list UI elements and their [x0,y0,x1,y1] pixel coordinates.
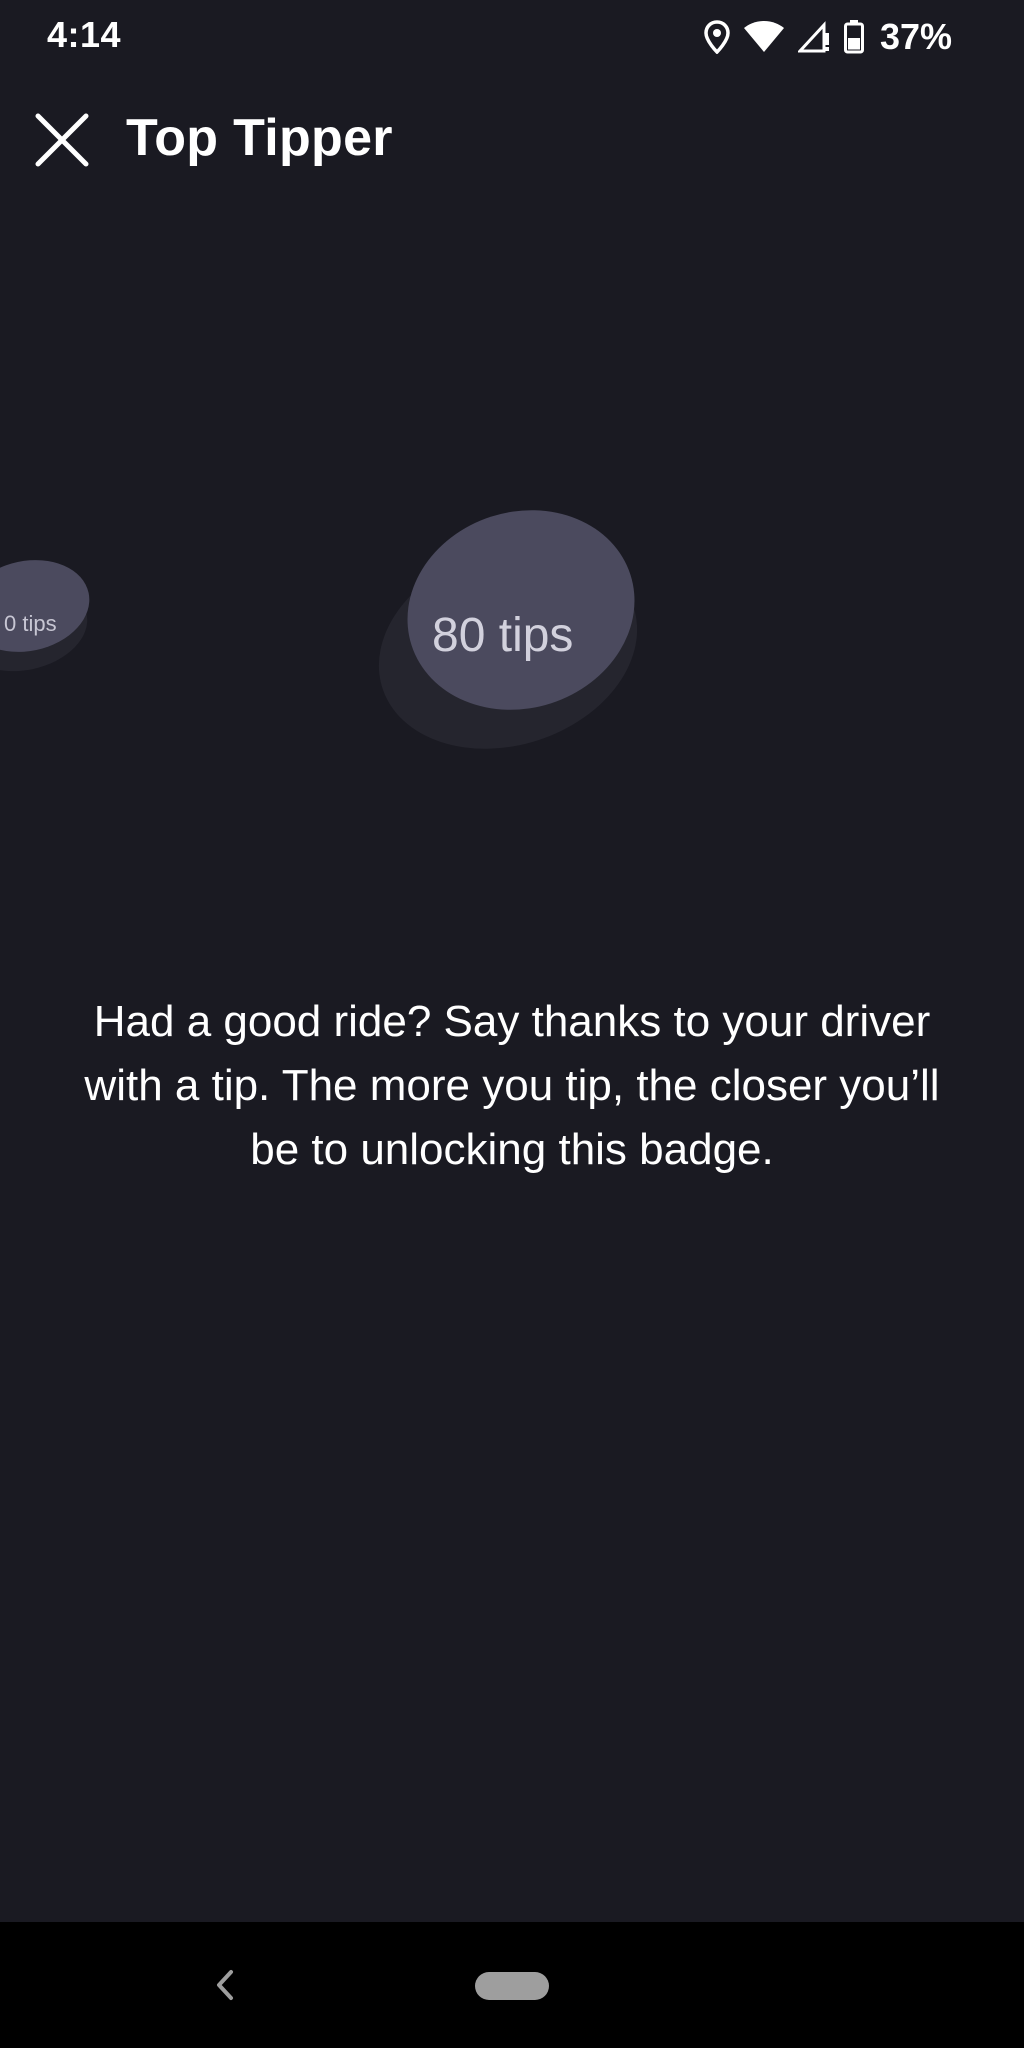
back-button[interactable] [200,1960,250,2010]
badge-label: 80 tips [432,609,574,662]
badge-selected[interactable]: 80 tips [352,481,664,782]
page-title: Top Tipper [126,109,393,167]
badge-description: Had a good ride? Say thanks to your driv… [84,997,940,1174]
wifi-icon [743,21,784,52]
badge-previous[interactable]: 0 tips [0,548,100,695]
badge-label: 0 tips [4,611,57,636]
badge-carousel[interactable]: 0 tips 80 tips [0,460,1024,800]
battery-percentage: 37% [879,16,952,57]
home-pill-icon[interactable] [475,1972,549,2000]
location-icon [704,20,730,54]
battery-icon [843,20,864,54]
cell-signal-icon [797,21,829,53]
close-icon [35,113,89,167]
screen: 4:14 37% Top Tipper 0 tips 80 tips Had a… [0,0,1024,2048]
back-chevron-icon [217,1970,233,2000]
close-button[interactable] [26,104,98,176]
badge-face [0,548,98,664]
status-time: 4:14 [47,14,122,55]
app-bar: Top Tipper [0,90,1024,186]
status-icons: 37% [704,16,952,58]
navigation-bar [0,1922,1024,2048]
status-bar: 4:14 37% [0,0,1024,74]
